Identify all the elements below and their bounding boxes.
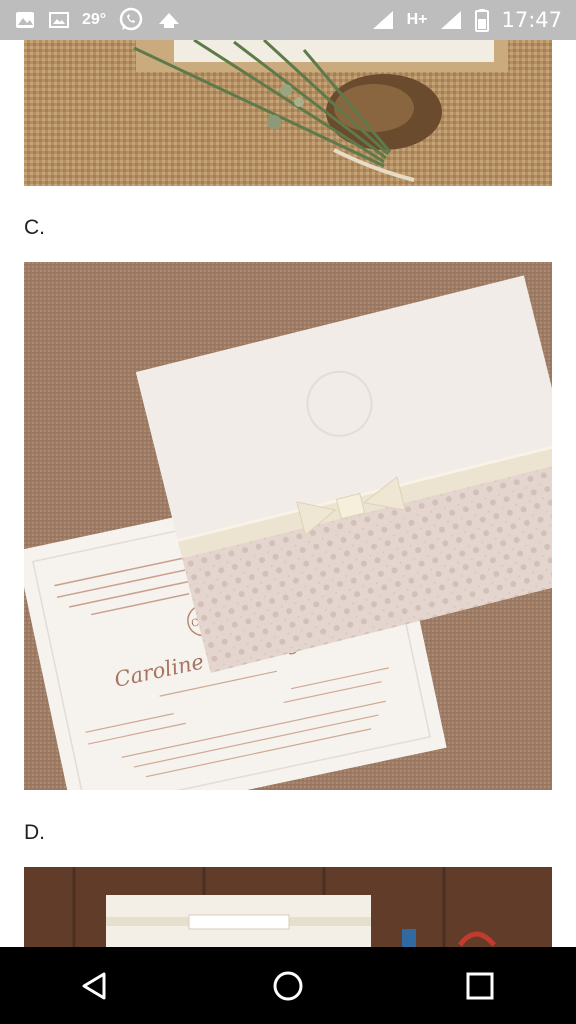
signal-icon [371,9,395,31]
navigation-bar [0,947,576,1024]
whatsapp-icon [118,7,144,33]
invitation-photo-d[interactable] [24,867,552,947]
network-type-text: H+ [406,11,428,28]
gallery-icon [14,9,36,31]
status-bar-right: H+ 17:47 [371,8,562,32]
home-button[interactable] [248,956,328,1016]
status-bar: 29° H+ 17:47 [0,0,576,40]
page-content[interactable]: C. Caroline D. [0,40,576,947]
recents-button[interactable] [440,956,520,1016]
battery-icon [475,8,490,32]
section-label-c: C. [24,216,45,239]
invitation-photo-c[interactable]: C&R Caroline e Rodrigo [24,262,552,790]
status-bar-left: 29° [14,7,182,33]
home-icon [273,971,303,1000]
clock-text: 17:47 [501,8,562,32]
weather-icon [156,9,182,31]
image-icon [48,9,70,31]
back-button[interactable] [56,956,136,1016]
recents-icon [466,972,494,999]
back-icon [82,972,106,999]
section-label-d: D. [24,821,45,844]
signal-strength-icon [439,9,463,31]
invitation-photo-b[interactable] [24,40,552,186]
temperature-text: 29° [82,11,107,28]
